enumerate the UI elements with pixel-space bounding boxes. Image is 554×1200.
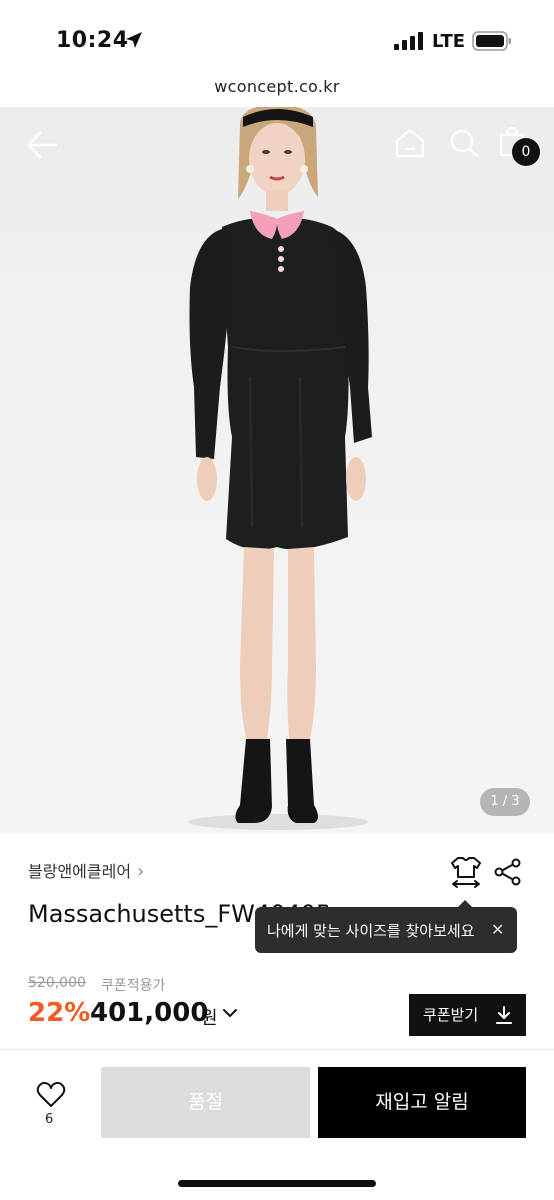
get-coupon-label: 쿠폰받기 xyxy=(423,1006,479,1024)
discount-rate: 22% xyxy=(28,998,91,1028)
product-photo xyxy=(188,107,372,830)
tooltip-text: 나에게 맞는 사이즈를 찾아보세요 xyxy=(267,922,475,940)
status-bar: 10:24 LTE xyxy=(0,0,554,70)
home-indicator xyxy=(178,1180,376,1187)
original-price: 520,000 xyxy=(28,975,86,991)
restock-alert-button[interactable]: 재입고 알림 xyxy=(318,1067,526,1138)
divider xyxy=(0,1049,554,1050)
like-count: 6 xyxy=(45,1112,54,1127)
close-icon[interactable]: ✕ xyxy=(491,920,504,939)
size-guide-tooltip: 나에게 맞는 사이즈를 찾아보세요 ✕ xyxy=(255,900,517,953)
chevron-down-icon[interactable] xyxy=(222,1007,238,1019)
brand-link[interactable]: 블랑앤에클레어 › xyxy=(28,858,144,882)
heart-icon[interactable] xyxy=(36,1080,66,1108)
download-icon xyxy=(496,1006,512,1024)
network-type: LTE xyxy=(432,31,466,52)
coupon-price-label: 쿠폰적용가 xyxy=(101,978,166,994)
cellular-signal-icon xyxy=(394,32,423,50)
currency-unit: 원 xyxy=(201,1008,218,1029)
gallery-page-indicator: 1 / 3 xyxy=(480,788,530,816)
home-icon[interactable] xyxy=(394,127,426,159)
location-arrow-icon xyxy=(126,32,142,48)
get-coupon-button[interactable]: 쿠폰받기 xyxy=(409,994,526,1036)
url-text: wconcept.co.kr xyxy=(214,77,340,96)
status-time: 10:24 xyxy=(56,28,129,53)
battery-icon xyxy=(472,31,511,51)
share-icon[interactable] xyxy=(494,858,522,886)
cart-count-badge[interactable]: 0 xyxy=(512,138,540,166)
brand-name: 블랑앤에클레어 xyxy=(28,862,132,881)
search-icon[interactable] xyxy=(448,127,480,159)
product-image-gallery[interactable]: 0 1 / 3 xyxy=(0,107,554,833)
soldout-button: 품절 xyxy=(101,1067,310,1138)
size-guide-icon[interactable] xyxy=(450,855,482,889)
chevron-right-icon: › xyxy=(137,861,145,882)
back-arrow-icon[interactable] xyxy=(26,131,58,159)
url-bar[interactable]: wconcept.co.kr xyxy=(0,70,554,107)
sale-price: 401,000 xyxy=(90,998,209,1028)
